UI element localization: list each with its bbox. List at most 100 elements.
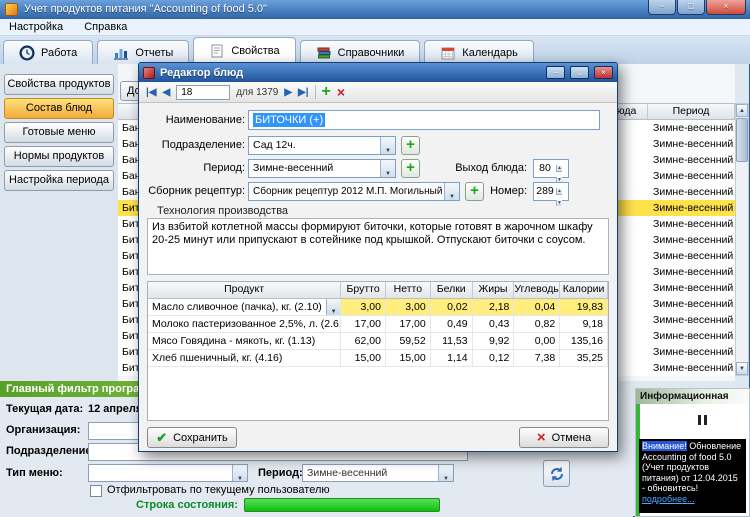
info-panel-title: Информационная <box>636 389 749 404</box>
chevron-down-icon[interactable] <box>232 465 247 481</box>
column-header[interactable]: Белки <box>431 282 473 298</box>
spin-up-icon[interactable] <box>556 165 562 172</box>
product-cell[interactable]: Мясо Говядина - мякоть, кг. (1.13) <box>148 333 342 349</box>
tab-reports[interactable]: Отчеты <box>97 40 190 64</box>
cancel-button[interactable]: Отмена <box>519 427 609 448</box>
recipe-book-label: Сборник рецептур: <box>148 185 245 197</box>
technology-textarea[interactable]: Из взбитой котлетной массы формируют бит… <box>147 218 609 275</box>
add-department-button[interactable] <box>401 136 420 155</box>
dialog-minimize-button[interactable] <box>546 66 565 79</box>
refresh-button[interactable] <box>543 460 570 487</box>
tab-references[interactable]: Справочники <box>299 40 421 64</box>
dialog-maximize-button[interactable] <box>570 66 589 79</box>
scroll-down-icon[interactable] <box>736 362 748 375</box>
delete-record-icon[interactable] <box>337 85 345 99</box>
sidebar-item-dish-composition[interactable]: Состав блюд <box>4 98 114 119</box>
brutto-cell[interactable]: 17,00 <box>341 316 386 332</box>
calories-cell: 135,16 <box>560 333 608 349</box>
add-record-icon[interactable] <box>322 85 331 99</box>
save-button[interactable]: Сохранить <box>147 427 237 448</box>
dish-name-input[interactable]: БИТОЧКИ (+) <box>248 110 600 130</box>
sidebar-item-period-settings[interactable]: Настройка периода <box>4 170 114 191</box>
protein-cell: 11,53 <box>431 333 473 349</box>
tabbar: Работа Отчеты Свойства Справочники Кален… <box>0 36 750 64</box>
fat-cell: 0,43 <box>473 316 515 332</box>
organization-label: Организация: <box>6 424 81 436</box>
protein-cell: 0,02 <box>430 299 473 315</box>
column-header[interactable]: Жиры <box>473 282 515 298</box>
dish-period-cell: Зимне-весенний <box>653 186 734 198</box>
details-link[interactable]: подробнее... <box>642 494 695 504</box>
document-icon <box>211 44 223 58</box>
column-header[interactable]: Калории <box>560 282 608 298</box>
ingredients-table-header: Продукт Брутто Нетто Белки Жиры Углеводы… <box>148 282 608 299</box>
ingredient-row[interactable]: Молоко пастеризованное 2,5%, л. (2.61) 1… <box>148 316 608 333</box>
brutto-cell[interactable]: 15,00 <box>341 350 386 366</box>
chevron-down-icon[interactable] <box>438 465 453 481</box>
dish-period-cell: Зимне-весенний <box>653 170 734 182</box>
tab-label: Работа <box>41 46 78 59</box>
carbs-cell: 7,38 <box>514 350 561 366</box>
filter-period-select[interactable]: Зимне-весенний <box>302 464 454 482</box>
spin-down-icon[interactable] <box>556 200 562 206</box>
tab-label: Отчеты <box>135 46 174 59</box>
dialog-close-button[interactable] <box>594 66 613 79</box>
maximize-button[interactable] <box>677 0 705 15</box>
ingredient-row[interactable]: Масло сливочное (пачка), кг. (2.10) 3,00… <box>148 299 608 316</box>
scrollbar-thumb[interactable] <box>736 118 748 162</box>
ingredient-row[interactable]: Хлеб пшеничный, кг. (4.16) 15,00 15,00 1… <box>148 350 608 367</box>
column-header[interactable]: Нетто <box>386 282 431 298</box>
menu-help[interactable]: Справка <box>75 19 136 35</box>
column-header[interactable]: Углеводы <box>514 282 561 298</box>
department-select[interactable]: Сад 12ч. <box>248 136 396 155</box>
chevron-down-icon[interactable] <box>380 137 395 154</box>
sidebar-item-product-norms[interactable]: Нормы продуктов <box>4 146 114 167</box>
info-notification: Внимание! Обновление Accounting of food … <box>639 439 746 513</box>
column-header[interactable]: Брутто <box>341 282 386 298</box>
chevron-down-icon[interactable] <box>380 160 395 177</box>
product-cell[interactable]: Масло сливочное (пачка), кг. (2.10) <box>148 299 342 315</box>
sidebar-item-product-properties[interactable]: Свойства продуктов <box>4 74 114 95</box>
first-record-icon[interactable] <box>146 87 157 98</box>
record-number-input[interactable]: 18 <box>176 84 231 100</box>
scroll-up-icon[interactable] <box>736 104 748 117</box>
minimize-button[interactable] <box>648 0 676 15</box>
menu-type-label: Тип меню: <box>6 467 63 479</box>
previous-record-icon[interactable] <box>163 87 171 98</box>
dish-period-cell: Зимне-весенний <box>653 346 734 358</box>
ingredient-row[interactable]: Мясо Говядина - мякоть, кг. (1.13) 62,00… <box>148 333 608 350</box>
tab-properties[interactable]: Свойства <box>193 37 296 64</box>
netto-cell: 15,00 <box>386 350 431 366</box>
dialog-title: Редактор блюд <box>160 66 244 79</box>
period-select[interactable]: Зимне-весенний <box>248 159 396 178</box>
add-period-button[interactable] <box>401 159 420 178</box>
recipe-number-stepper[interactable]: 289 <box>533 182 569 206</box>
spin-up-icon[interactable] <box>556 188 562 195</box>
period-column-header[interactable]: Период <box>648 104 735 119</box>
next-record-icon[interactable] <box>284 87 292 98</box>
vertical-scrollbar[interactable] <box>735 103 749 376</box>
last-record-icon[interactable] <box>298 87 309 98</box>
output-stepper[interactable]: 80 <box>533 159 569 183</box>
dish-period-cell: Зимне-весенний <box>653 266 734 278</box>
chevron-down-icon[interactable] <box>326 299 341 315</box>
filter-period-label: Период: <box>258 467 303 479</box>
filter-by-user-checkbox[interactable] <box>90 485 102 497</box>
menu-settings[interactable]: Настройка <box>0 19 72 35</box>
dish-period-cell: Зимне-весенний <box>653 218 734 230</box>
brutto-cell[interactable]: 3,00 <box>341 299 386 315</box>
sidebar-item-ready-menus[interactable]: Готовые меню <box>4 122 114 143</box>
column-header[interactable]: Продукт <box>148 282 342 298</box>
tab-label: Справочники <box>337 46 405 59</box>
netto-cell: 59,52 <box>386 333 431 349</box>
product-cell[interactable]: Хлеб пшеничный, кг. (4.16) <box>148 350 342 366</box>
close-button[interactable] <box>706 0 746 15</box>
menu-type-select[interactable] <box>88 464 248 482</box>
tab-calendar[interactable]: Календарь <box>424 40 534 64</box>
product-cell[interactable]: Молоко пастеризованное 2,5%, л. (2.61) <box>148 316 342 332</box>
recipe-book-select[interactable]: Сборник рецептур 2012 М.П. Могильный,В.А… <box>248 182 460 201</box>
ingredients-table: Продукт Брутто Нетто Белки Жиры Углеводы… <box>147 281 609 421</box>
tab-work[interactable]: Работа <box>3 40 94 64</box>
pause-icon[interactable] <box>698 415 708 425</box>
brutto-cell[interactable]: 62,00 <box>341 333 386 349</box>
